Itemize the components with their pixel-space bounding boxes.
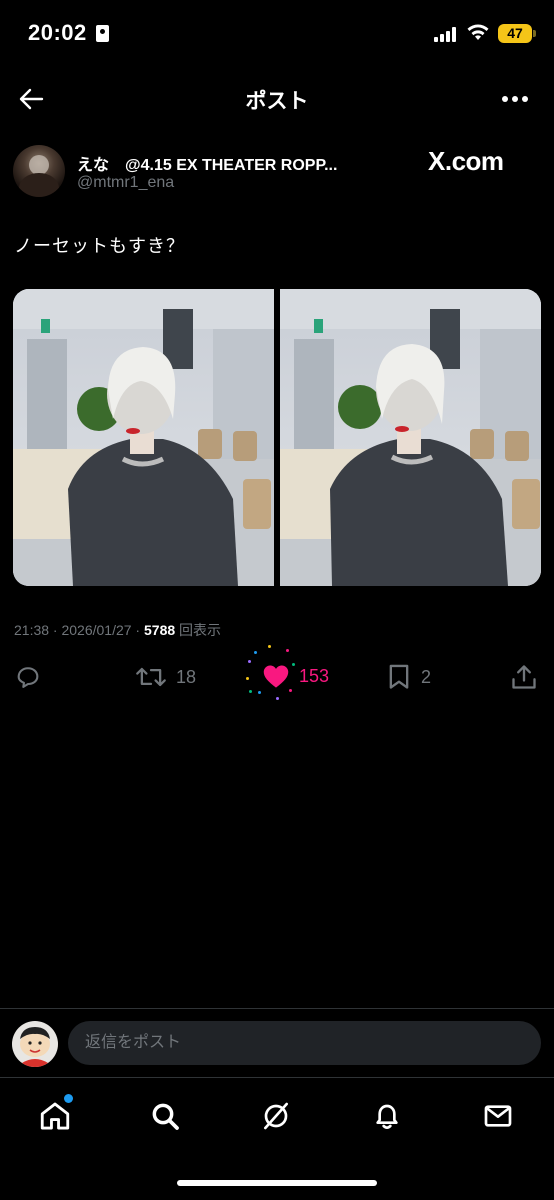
- like-sparkle: [258, 691, 261, 694]
- author-handle[interactable]: @mtmr1_ena: [77, 174, 174, 192]
- like-sparkle: [248, 660, 251, 663]
- views-count[interactable]: 5788: [144, 622, 175, 638]
- post-meta: 21:38 · 2026/01/27 · 5788 回表示: [14, 620, 221, 640]
- author-avatar[interactable]: [13, 145, 65, 197]
- id-card-icon: [96, 25, 109, 42]
- reply-button[interactable]: [14, 663, 42, 691]
- tab-notifications[interactable]: [365, 1094, 409, 1138]
- grok-icon: [264, 1102, 288, 1130]
- wifi-icon: [467, 24, 489, 40]
- like-sparkle: [292, 663, 295, 666]
- page-title: ポスト: [245, 90, 309, 113]
- post-photo-2[interactable]: [280, 289, 541, 586]
- retweet-count: 18: [176, 666, 197, 687]
- user-avatar[interactable]: [12, 1021, 58, 1067]
- divider: [0, 1008, 554, 1009]
- search-icon: [152, 1103, 179, 1130]
- like-sparkle: [289, 689, 292, 692]
- status-bar: 20:02 47: [0, 0, 554, 66]
- messages-icon: [484, 1105, 512, 1127]
- like-sparkle: [249, 690, 252, 693]
- share-icon: [512, 665, 536, 689]
- header: ポスト: [0, 76, 554, 120]
- home-icon: [40, 1102, 70, 1130]
- bookmark-button[interactable]: 2: [386, 663, 431, 691]
- post-timestamp: 21:38 · 2026/01/27 ·: [14, 622, 144, 638]
- retweet-button[interactable]: 18: [135, 663, 196, 691]
- like-sparkle: [286, 649, 289, 652]
- like-button[interactable]: 153: [246, 645, 330, 700]
- xcom-watermark-text: X.com: [428, 146, 504, 176]
- views-label: 回表示: [175, 622, 222, 638]
- like-sparkle: [254, 651, 257, 654]
- like-sparkle: [268, 645, 271, 648]
- tab-messages[interactable]: [476, 1094, 520, 1138]
- post-text: ノーセットもすき？: [14, 236, 185, 256]
- more-button[interactable]: [498, 84, 532, 114]
- like-sparkle: [246, 677, 249, 680]
- home-indicator: [177, 1180, 377, 1186]
- action-bar: 18 153 2: [0, 645, 554, 700]
- xcom-watermark: X.com: [428, 146, 504, 177]
- notification-dot: [64, 1094, 73, 1103]
- bookmark-icon: [389, 664, 409, 689]
- heart-icon: [263, 665, 289, 688]
- share-button[interactable]: [510, 663, 538, 691]
- like-sparkle: [276, 697, 279, 700]
- reply-icon: [17, 667, 39, 688]
- notifications-icon: [376, 1104, 398, 1129]
- status-time: 20:02: [28, 20, 87, 45]
- more-horizontal-icon: [502, 96, 528, 102]
- signal-icon: [434, 26, 456, 42]
- tab-search[interactable]: [143, 1094, 187, 1138]
- post-media: [13, 289, 541, 586]
- tab-grok[interactable]: [254, 1094, 298, 1138]
- bottom-tab-bar: [0, 1078, 554, 1158]
- post-photo-1[interactable]: [13, 289, 274, 586]
- reply-input[interactable]: 返信をポスト: [68, 1021, 541, 1065]
- author-name[interactable]: えな @4.15 EX THEATER ROPP...: [77, 151, 367, 175]
- retweet-icon: [136, 667, 166, 687]
- tab-home[interactable]: [33, 1094, 77, 1138]
- bookmark-count: 2: [421, 666, 432, 687]
- battery-icon: 47: [498, 24, 536, 43]
- like-count: 153: [299, 665, 330, 686]
